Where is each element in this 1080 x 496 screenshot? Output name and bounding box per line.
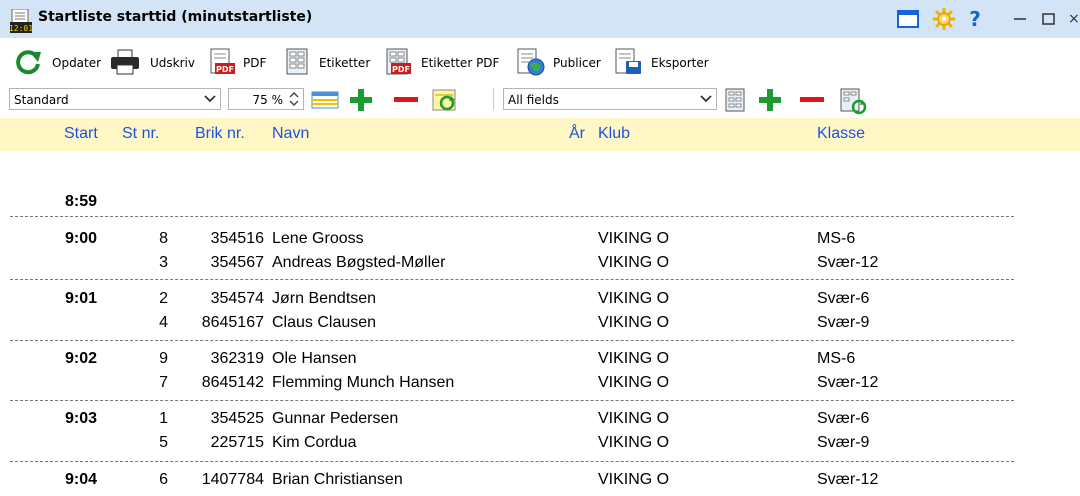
maximize-icon[interactable] [1040, 8, 1058, 30]
labels-pdf-button[interactable]: PDF Etiketter PDF [383, 48, 508, 76]
header-klasse[interactable]: Klasse [817, 125, 865, 143]
help-icon[interactable]: ? [966, 8, 984, 30]
table-header: Start St nr. Brik nr. Navn År Klub Klass… [0, 118, 1080, 151]
start-list: 8:59 9:00 8 354516 Lene Grooss VIKING O … [0, 151, 1080, 496]
group-time: 9:04 [65, 471, 98, 488]
zoom-stepper[interactable]: 75 % [228, 88, 304, 110]
header-st-nr[interactable]: St nr. [122, 125, 159, 143]
group-divider [10, 279, 1014, 280]
header-navn[interactable]: Navn [272, 125, 309, 143]
printer-icon [110, 48, 140, 76]
add-field-icon[interactable] [757, 88, 783, 112]
labels-button[interactable]: Etiketter [283, 48, 375, 76]
window-title: Startliste starttid (minutstartliste) [38, 9, 313, 25]
chevron-down-icon [698, 91, 714, 107]
reset-fields-icon[interactable] [838, 88, 868, 115]
fields-list-icon[interactable] [723, 88, 747, 112]
refresh-button[interactable]: Opdater [14, 48, 106, 76]
reset-icon[interactable] [431, 88, 459, 112]
remove-icon[interactable] [392, 88, 420, 112]
svg-text:12:01: 12:01 [10, 24, 32, 33]
labels-icon [283, 48, 313, 76]
main-toolbar: Opdater Udskriv PDF PDF Etiketter PDF Et… [0, 44, 1080, 78]
group-divider [10, 400, 1014, 401]
header-start[interactable]: Start [64, 125, 98, 143]
pdf-button[interactable]: PDF PDF [207, 48, 275, 76]
toolbar-separator [493, 88, 494, 110]
group-divider [10, 340, 1014, 341]
export-icon [613, 48, 643, 76]
pdf-icon: PDF [207, 48, 237, 76]
minimize-icon[interactable] [1012, 8, 1028, 30]
spinner-icon[interactable] [288, 90, 300, 108]
refresh-icon [14, 48, 44, 76]
chevron-down-icon [202, 91, 218, 107]
remove-field-icon[interactable] [798, 88, 826, 112]
header-klub[interactable]: Klub [598, 125, 630, 143]
close-icon[interactable]: × [1068, 8, 1080, 30]
add-icon[interactable] [348, 88, 374, 112]
header-ar[interactable]: År [569, 125, 585, 143]
publish-button[interactable]: Publicer [515, 48, 607, 76]
fields-select[interactable]: All fields [503, 88, 717, 110]
svg-text:PDF: PDF [392, 65, 410, 74]
group-time: 9:02 [65, 350, 98, 367]
publish-icon [515, 48, 545, 76]
window-layout-icon[interactable] [895, 8, 921, 30]
gear-icon[interactable] [932, 7, 956, 31]
group-time: 9:01 [65, 290, 98, 307]
labels-pdf-icon: PDF [383, 48, 413, 76]
filter-toolbar: Standard 75 % All fields [0, 85, 1080, 115]
group-time: 9:03 [65, 410, 98, 427]
list-clock-icon: 12:01 [9, 8, 33, 33]
group-time: 9:00 [65, 230, 98, 247]
print-button[interactable]: Udskriv [110, 48, 202, 76]
group-divider [10, 216, 1014, 217]
group-divider [10, 461, 1014, 462]
group-time: 8:59 [65, 193, 98, 210]
header-brik-nr[interactable]: Brik nr. [195, 125, 245, 143]
export-button[interactable]: Eksporter [613, 48, 713, 76]
svg-text:PDF: PDF [216, 65, 234, 74]
layout-select[interactable]: Standard [9, 88, 221, 110]
table-columns-icon[interactable] [310, 88, 340, 112]
title-bar: 12:01 Startliste starttid (minutstartlis… [0, 0, 1080, 38]
